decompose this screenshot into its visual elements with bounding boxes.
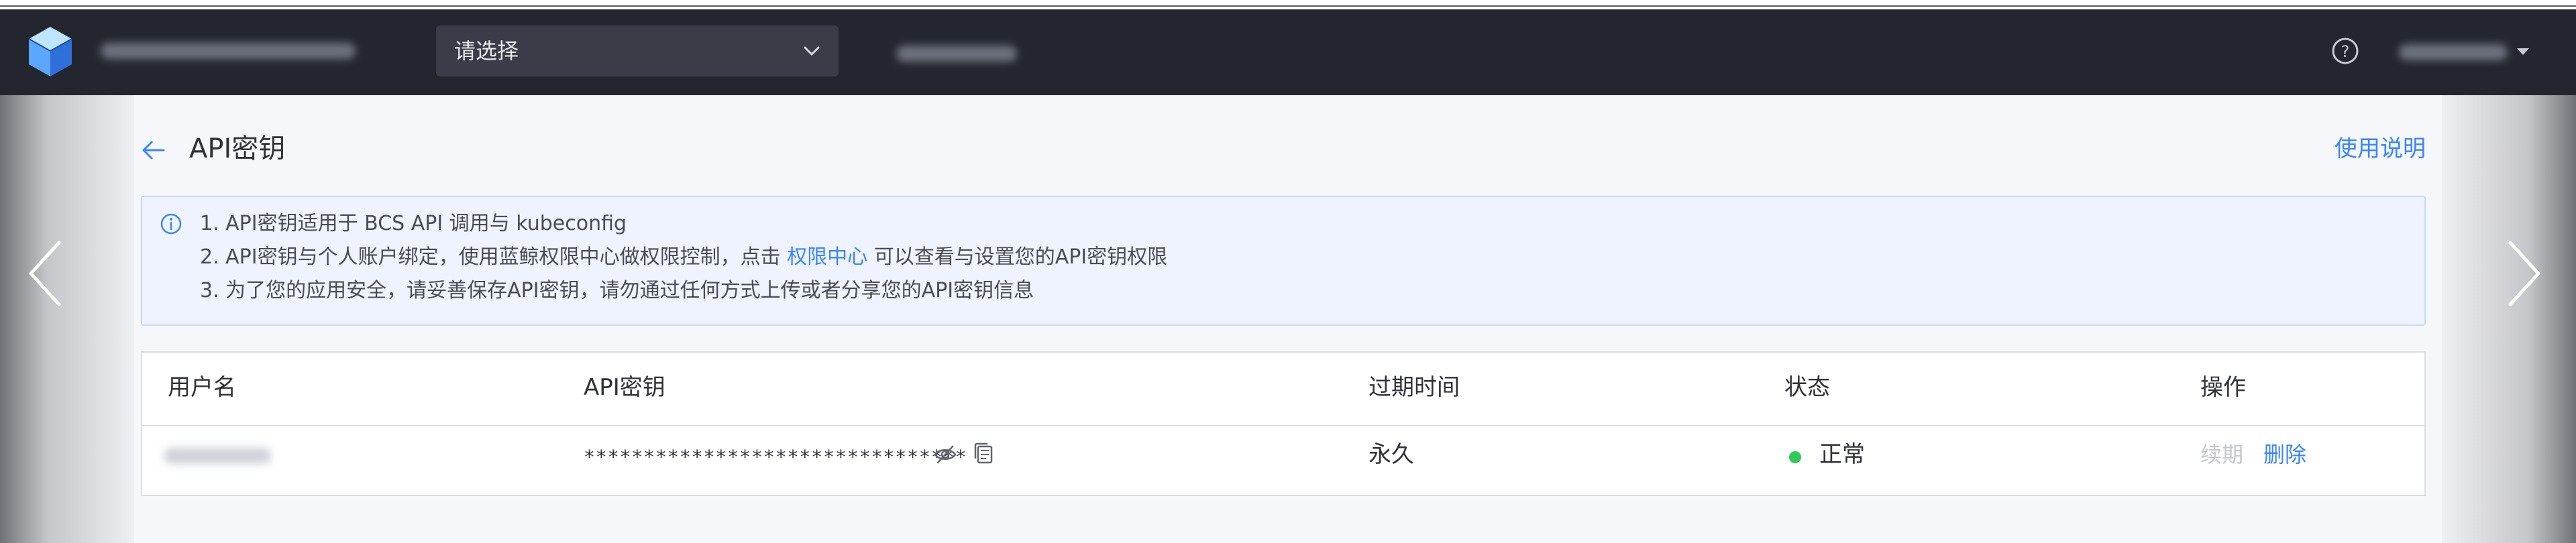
page-title: API密钥 (189, 133, 286, 164)
notice-line-2-tail: 可以查看与设置您的API密钥权限 (867, 245, 1168, 269)
cluster-name-blurred (896, 46, 1017, 62)
delete-button[interactable]: 删除 (2263, 438, 2306, 471)
browser-top-strip (0, 0, 2576, 9)
header-status: 状态 (1784, 374, 1830, 401)
info-notice: 1. API密钥适用于 BCS API 调用与 kubeconfig 2. AP… (141, 196, 2426, 326)
api-key-table: 用户名 API密钥 过期时间 状态 操作 *******************… (141, 351, 2426, 496)
question-circle-icon[interactable]: ? (2330, 36, 2360, 66)
left-side-gradient (0, 95, 134, 543)
usage-link[interactable]: 使用说明 (2334, 133, 2426, 165)
top-navigation-bar: 请选择 ? (0, 9, 2576, 95)
notice-line-1: 1. API密钥适用于 BCS API 调用与 kubeconfig (200, 212, 627, 235)
renew-button[interactable]: 续期 (2200, 438, 2243, 471)
chevron-right-icon[interactable] (2505, 239, 2544, 308)
header-actions: 操作 (2200, 374, 2246, 401)
arrow-left-icon[interactable] (141, 139, 166, 161)
right-side-gradient (2442, 95, 2576, 543)
header-api-key: API密钥 (584, 374, 665, 401)
status-text: 正常 (1819, 441, 1865, 468)
cube-logo-icon[interactable] (27, 25, 74, 78)
eye-slash-icon[interactable] (932, 444, 958, 465)
user-name-blurred[interactable] (2399, 44, 2508, 60)
brand-name-blurred (101, 43, 356, 59)
api-key-masked: ******************************** (584, 446, 967, 468)
caret-down-icon[interactable] (2516, 47, 2530, 56)
notice-line-2-text: 2. API密钥与个人账户绑定，使用蓝鲸权限中心做权限控制，点击 (200, 245, 788, 269)
table-header-row: 用户名 API密钥 过期时间 状态 操作 (142, 353, 2424, 426)
project-select-value: 请选择 (454, 38, 519, 64)
header-username: 用户名 (168, 374, 236, 401)
notice-line-3: 3. 为了您的应用安全，请妥善保存API密钥，请勿通过任何方式上传或者分享您的A… (200, 279, 1034, 302)
permission-center-link[interactable]: 权限中心 (787, 245, 867, 269)
header-expire-time: 过期时间 (1368, 374, 1460, 401)
info-circle-icon (160, 213, 182, 235)
notice-line-2: 2. API密钥与个人账户绑定，使用蓝鲸权限中心做权限控制，点击 权限中心 可以… (200, 244, 1167, 271)
expire-time-cell: 永久 (1368, 441, 1414, 468)
svg-text:?: ? (2341, 42, 2350, 61)
username-cell-blurred (164, 448, 271, 464)
status-dot (1789, 451, 1801, 463)
copy-icon[interactable] (971, 441, 996, 467)
chevron-down-icon (804, 46, 820, 56)
chevron-left-icon[interactable] (25, 239, 64, 308)
project-select[interactable]: 请选择 (436, 25, 839, 76)
